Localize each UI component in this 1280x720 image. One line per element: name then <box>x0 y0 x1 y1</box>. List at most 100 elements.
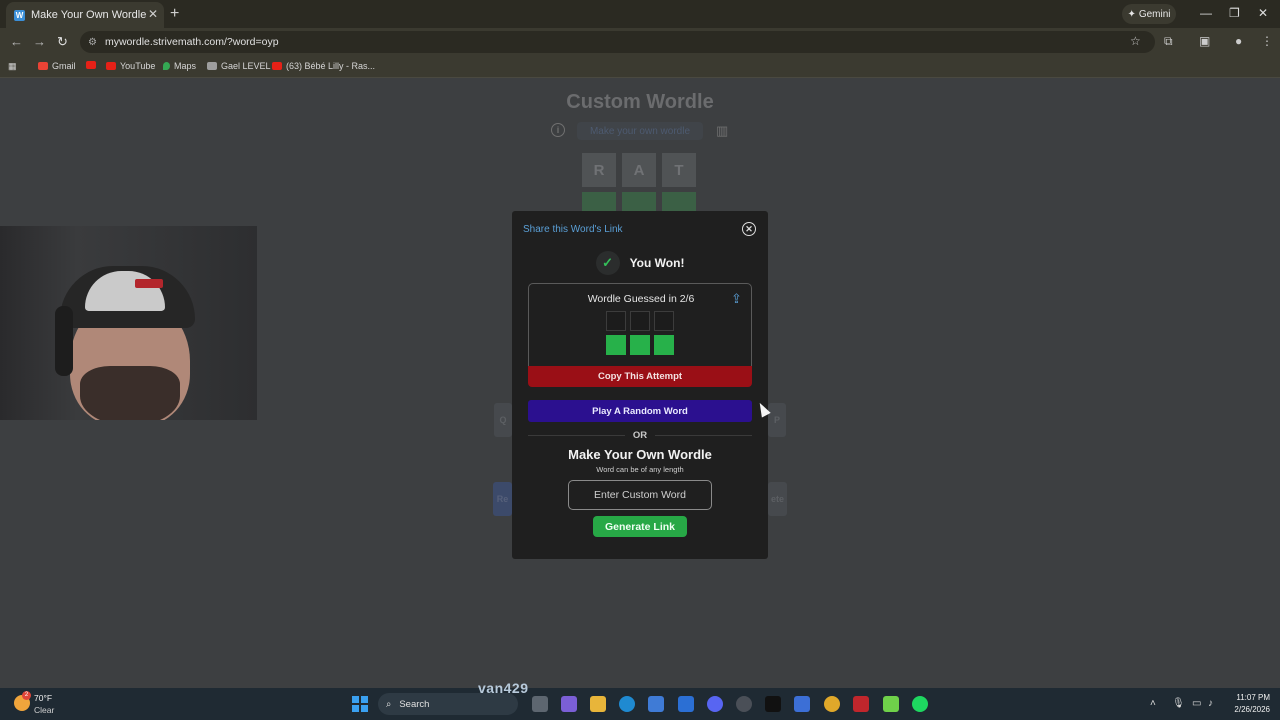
enter-key[interactable]: Re <box>493 482 512 516</box>
make-your-own-link[interactable]: Make your own wordle <box>577 122 703 140</box>
apps-grid-icon[interactable]: ▦ <box>8 61 17 72</box>
window-close-icon[interactable]: ✕ <box>1258 6 1268 20</box>
delete-key[interactable]: ete <box>768 482 787 516</box>
generate-link-button[interactable]: Generate Link <box>593 516 687 537</box>
back-arrow-icon[interactable]: ← <box>10 34 23 49</box>
bookmark-star-icon[interactable]: ☆ <box>1130 34 1141 48</box>
keyboard-key[interactable]: Q <box>494 403 512 437</box>
share-modal: Share this Word's Link ✕ ✓ You Won! Word… <box>512 211 768 559</box>
checkmark-icon: ✓ <box>595 251 620 275</box>
microphone-icon[interactable]: 🎙 <box>1172 698 1185 709</box>
keyboard-key[interactable]: P <box>768 403 786 437</box>
side-panel-icon[interactable]: ▣ <box>1199 34 1210 48</box>
browser-tab-bar: W Make Your Own Wordle ✕ + ✦ Gemini — ❐ … <box>0 0 1280 28</box>
bookmark-maps[interactable]: Maps <box>163 61 196 71</box>
youtube-icon <box>106 62 116 70</box>
custom-word-input[interactable] <box>568 480 712 510</box>
file-explorer-icon[interactable] <box>590 696 606 712</box>
copy-attempt-button[interactable]: Copy This Attempt <box>528 366 752 387</box>
edge-icon[interactable] <box>619 696 635 712</box>
tab-close-icon[interactable]: ✕ <box>148 7 158 21</box>
app-a-icon[interactable] <box>853 696 869 712</box>
share-icon[interactable]: ⇪ <box>731 291 742 307</box>
page-thumbnail-icon <box>207 62 217 70</box>
board-tile <box>622 192 656 211</box>
result-cell <box>606 311 626 331</box>
profile-avatar-icon[interactable]: ● <box>1235 34 1242 48</box>
info-icon[interactable]: i <box>551 123 565 137</box>
streamer-beard <box>80 366 180 420</box>
menu-kebab-icon[interactable]: ⋮ <box>1261 34 1273 48</box>
obs-icon[interactable] <box>736 696 752 712</box>
divider-line <box>655 435 752 436</box>
address-bar[interactable]: ⚙ mywordle.strivemath.com/?word=oyp <box>80 31 1155 53</box>
new-tab-button[interactable]: + <box>170 5 179 23</box>
result-cell <box>606 335 626 355</box>
bookmark-label: Gael LEVEL <box>221 61 271 71</box>
cap-logo <box>135 279 163 288</box>
result-cell <box>654 311 674 331</box>
play-random-word-button[interactable]: Play A Random Word <box>528 400 752 422</box>
taskbar-search[interactable]: ⌕ Search <box>378 693 518 715</box>
chrome-icon[interactable] <box>824 696 840 712</box>
gemini-button[interactable]: ✦ Gemini <box>1122 4 1176 24</box>
clock-time[interactable]: 11:07 PM <box>1228 693 1270 702</box>
stats-chart-icon[interactable]: ▥ <box>716 123 728 139</box>
share-word-link[interactable]: Share this Word's Link <box>523 224 623 235</box>
extensions-icon[interactable]: ⧉ <box>1164 34 1173 49</box>
spotify-icon[interactable] <box>912 696 928 712</box>
board-tile: A <box>622 153 656 187</box>
store-icon[interactable] <box>648 696 664 712</box>
site-info-icon[interactable]: ⚙ <box>88 37 97 48</box>
search-icon: ⌕ <box>386 698 392 710</box>
page-title: Custom Wordle <box>566 91 714 113</box>
clock-date[interactable]: 2/26/2026 <box>1228 705 1270 714</box>
copilot-icon[interactable] <box>561 696 577 712</box>
divider-line <box>528 435 625 436</box>
tab-title: Make Your Own Wordle <box>31 9 147 21</box>
url-text: mywordle.strivemath.com/?word=oyp <box>104 36 279 48</box>
mail-icon[interactable] <box>678 696 694 712</box>
discord-icon[interactable] <box>707 696 723 712</box>
bookmark-youtube-shortcut[interactable] <box>86 61 96 69</box>
board-tile: R <box>582 153 616 187</box>
tiktok-icon[interactable] <box>765 696 781 712</box>
minimize-icon[interactable]: — <box>1200 6 1212 20</box>
or-label: OR <box>632 430 648 441</box>
youtube-icon <box>86 61 96 69</box>
gemini-label: Gemini <box>1138 8 1171 20</box>
result-title: Wordle Guessed in 2/6 <box>587 293 695 305</box>
tray-chevron-icon[interactable]: ˄ <box>1150 698 1156 709</box>
stream-username-overlay: van429 <box>478 680 529 696</box>
forward-arrow-icon[interactable]: → <box>33 34 46 49</box>
browser-tab[interactable]: W Make Your Own Wordle ✕ <box>6 2 164 28</box>
board-tile <box>662 192 696 211</box>
windows-start-icon[interactable] <box>352 696 368 712</box>
bookmark-label: (63) Bébé Lilly - Ras... <box>286 61 376 71</box>
app-green-icon[interactable] <box>883 696 899 712</box>
task-view-icon[interactable] <box>532 696 548 712</box>
close-icon[interactable]: ✕ <box>742 222 756 236</box>
result-grid <box>606 311 674 355</box>
webcam-overlay <box>0 226 257 420</box>
network-icon[interactable]: ▭ <box>1192 698 1201 709</box>
bookmark-label: YouTube <box>120 61 156 71</box>
weather-temp: 70°F <box>34 693 53 703</box>
reload-icon[interactable]: ↻ <box>57 34 68 50</box>
bookmark-gmail[interactable]: Gmail <box>38 61 76 71</box>
won-banner: ✓ You Won! <box>512 251 768 275</box>
windows-taskbar: 2 70°F Clear ⌕ Search ˄ 🎙 ▭ ♪ 11:07 PM 2… <box>0 688 1280 720</box>
bookmark-gael-level[interactable]: Gael LEVEL <box>207 61 271 71</box>
bookmark-youtube[interactable]: YouTube <box>106 61 155 71</box>
restore-icon[interactable]: ❐ <box>1229 6 1240 20</box>
gmail-icon <box>38 62 48 70</box>
board-tile: T <box>662 153 696 187</box>
bookmark-label: Gmail <box>52 61 76 71</box>
board-tile <box>582 192 616 211</box>
wordle-favicon-icon: W <box>14 9 25 21</box>
search-label: Search <box>399 698 430 710</box>
app-icon[interactable] <box>794 696 810 712</box>
browser-toolbar: ← → ↻ ⚙ mywordle.strivemath.com/?word=oy… <box>0 28 1280 56</box>
bookmark-bebe-lilly[interactable]: (63) Bébé Lilly - Ras... <box>272 61 375 71</box>
volume-icon[interactable]: ♪ <box>1208 698 1213 709</box>
